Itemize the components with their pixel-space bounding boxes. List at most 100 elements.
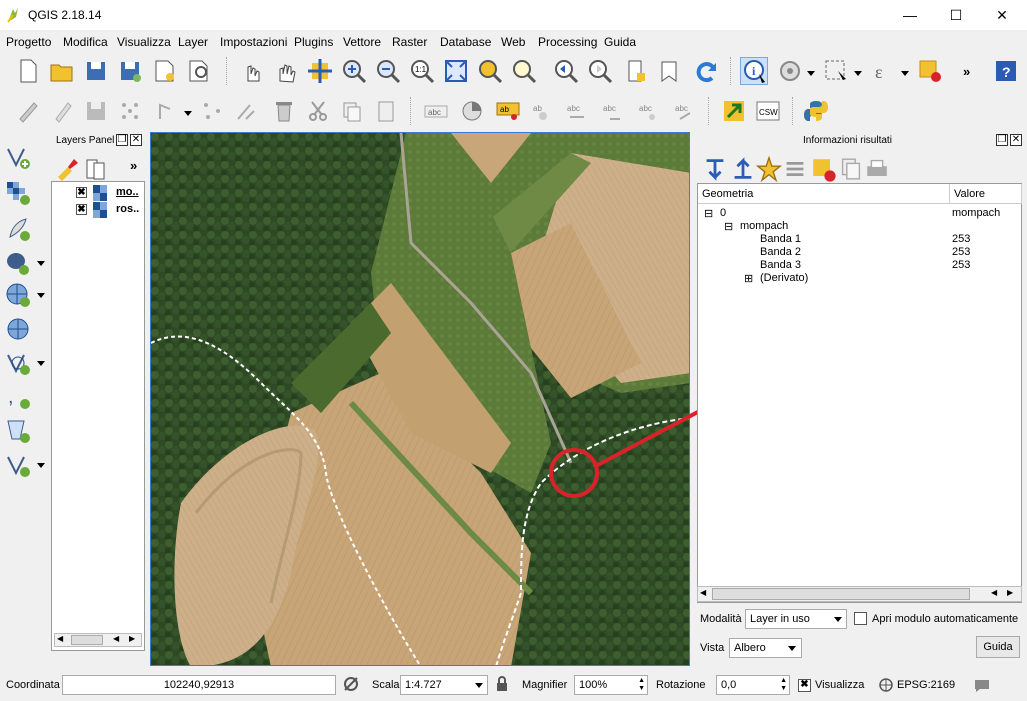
zoom-next-icon[interactable] — [586, 57, 614, 85]
zoom-in-icon[interactable] — [340, 57, 368, 85]
run-feature-action-icon[interactable] — [776, 57, 804, 85]
show-bookmarks-icon[interactable] — [656, 57, 684, 85]
zoom-full-icon[interactable] — [442, 57, 470, 85]
add-vector-layer-icon[interactable] — [4, 143, 32, 171]
open-project-icon[interactable] — [48, 57, 76, 85]
clear-results-icon[interactable] — [781, 155, 804, 176]
chevron-down-icon[interactable] — [854, 71, 862, 76]
scroll-right-icon[interactable]: ▶ — [1007, 588, 1013, 597]
add-virtual-layer-icon[interactable] — [4, 417, 32, 445]
collapse-tree-icon[interactable] — [729, 155, 752, 179]
chevron-down-icon[interactable] — [37, 463, 45, 468]
add-wfs-layer-icon[interactable] — [4, 349, 32, 377]
show-hide-labels-icon[interactable]: ab — [528, 97, 556, 125]
scroll-right-icon[interactable]: ▶ — [129, 634, 135, 643]
globe-icon[interactable] — [878, 677, 894, 693]
close-panel-icon[interactable]: ✕ — [130, 134, 142, 146]
expander-icon[interactable]: ⊟ — [724, 220, 733, 233]
delete-selected-icon[interactable] — [270, 97, 298, 125]
composer-manager-icon[interactable] — [184, 57, 212, 85]
csw-icon[interactable]: CSW — [754, 97, 782, 125]
add-feature-icon[interactable] — [116, 97, 144, 125]
copy-feature-icon[interactable] — [837, 155, 861, 180]
render-checkbox[interactable]: ✖ — [798, 679, 811, 692]
save-as-icon[interactable] — [116, 57, 144, 85]
chevron-down-icon[interactable] — [37, 361, 45, 366]
pin-labels-icon[interactable]: ab — [494, 97, 522, 125]
chevron-down-icon[interactable] — [184, 111, 192, 116]
result-row[interactable]: Banda 2 253 — [698, 246, 1021, 259]
layer-item-mompach[interactable]: ✖ mo.. — [52, 185, 144, 201]
view-select[interactable]: Albero — [729, 638, 802, 658]
rotate-label-icon[interactable]: abc — [598, 97, 626, 125]
add-wcs-layer-icon[interactable] — [4, 315, 32, 343]
new-bookmark-icon[interactable] — [622, 57, 650, 85]
zoom-to-selection-icon[interactable] — [476, 57, 504, 85]
add-spatialite-layer-icon[interactable] — [4, 215, 32, 243]
new-project-icon[interactable] — [14, 57, 42, 85]
menu-vettore[interactable]: Vettore — [343, 35, 381, 49]
menu-raster[interactable]: Raster — [392, 35, 427, 49]
add-postgis-layer-icon[interactable] — [4, 249, 32, 277]
current-edits-icon[interactable] — [14, 97, 42, 125]
messages-icon[interactable] — [973, 676, 991, 694]
scroll-left-icon[interactable]: ◀ — [700, 588, 706, 597]
menu-layer[interactable]: Layer — [178, 35, 208, 49]
column-header-geometry[interactable]: Geometria — [698, 184, 950, 204]
pan-map-icon[interactable] — [272, 57, 300, 85]
float-panel-icon[interactable]: ❐ — [116, 134, 128, 146]
copy-features-icon[interactable] — [338, 97, 366, 125]
layer-labeling-icon[interactable]: abc — [422, 97, 450, 125]
expand-tree-icon[interactable] — [701, 155, 724, 181]
identify-features-icon[interactable]: i — [740, 57, 768, 85]
menu-web[interactable]: Web — [501, 35, 525, 49]
scroll-left-icon[interactable]: ◀ — [113, 634, 119, 643]
close-panel-icon[interactable]: ✕ — [1010, 134, 1022, 146]
new-shapefile-layer-icon[interactable] — [4, 451, 32, 479]
scale-combobox[interactable]: 1:4.727 — [400, 675, 488, 695]
rotation-spinbox[interactable]: 0,0 ▲ ▼ — [716, 675, 790, 695]
auto-open-checkbox[interactable] — [854, 612, 867, 625]
scrollbar-thumb[interactable] — [71, 635, 103, 645]
results-hscrollbar[interactable]: ◀ ◀ ▶ — [697, 586, 1022, 602]
chevron-down-icon[interactable] — [807, 71, 815, 76]
cut-features-icon[interactable] — [304, 97, 332, 125]
magnifier-spinbox[interactable]: 100% ▲ ▼ — [574, 675, 648, 695]
menu-progetto[interactable]: Progetto — [6, 35, 51, 49]
minimize-button[interactable]: — — [887, 0, 933, 30]
layer-visibility-checkbox[interactable]: ✖ — [76, 204, 87, 215]
chevron-down-icon[interactable] — [901, 71, 909, 76]
paste-features-icon[interactable] — [372, 97, 400, 125]
layers-toolbar-overflow[interactable]: » — [130, 158, 137, 173]
layer-style-icon[interactable] — [54, 155, 78, 181]
menu-impostazioni[interactable]: Impostazioni — [220, 35, 287, 49]
result-row[interactable]: ⊟ 0 mompach — [698, 207, 1021, 220]
mode-select[interactable]: Layer in uso — [745, 609, 847, 629]
move-label-icon[interactable]: abc — [562, 97, 590, 125]
column-header-value[interactable]: Valore — [950, 184, 1022, 204]
expand-new-results-icon[interactable] — [755, 155, 783, 183]
spin-arrows-icon[interactable]: ▲ ▼ — [780, 677, 787, 693]
chevron-down-icon[interactable] — [37, 261, 45, 266]
menu-processing[interactable]: Processing — [538, 35, 597, 49]
layer-diagram-icon[interactable] — [458, 97, 486, 125]
menu-visualizza[interactable]: Visualizza — [117, 35, 171, 49]
zoom-native-icon[interactable]: 1:1 — [408, 57, 436, 85]
maximize-button[interactable]: ☐ — [933, 0, 979, 30]
zoom-to-layer-icon[interactable] — [510, 57, 538, 85]
help-button[interactable]: Guida — [976, 636, 1020, 658]
plugin-lasso-icon[interactable] — [720, 97, 748, 125]
help-icon[interactable]: ? — [992, 57, 1020, 85]
expander-icon[interactable]: ⊟ — [704, 207, 713, 220]
result-row[interactable]: Banda 3 253 — [698, 259, 1021, 272]
zoom-last-icon[interactable] — [552, 57, 580, 85]
toggle-extents-icon[interactable] — [342, 675, 360, 693]
lock-scale-icon[interactable] — [495, 676, 509, 692]
add-wms-layer-icon[interactable] — [4, 281, 32, 309]
node-tool-icon[interactable] — [198, 97, 226, 125]
menu-plugins[interactable]: Plugins — [294, 35, 333, 49]
coordinate-field[interactable]: 102240,92913 — [62, 675, 336, 695]
select-by-expression-icon[interactable]: ε — [869, 57, 897, 85]
chevron-down-icon[interactable] — [37, 293, 45, 298]
result-row[interactable]: ⊞ (Derivato) — [698, 272, 1021, 285]
